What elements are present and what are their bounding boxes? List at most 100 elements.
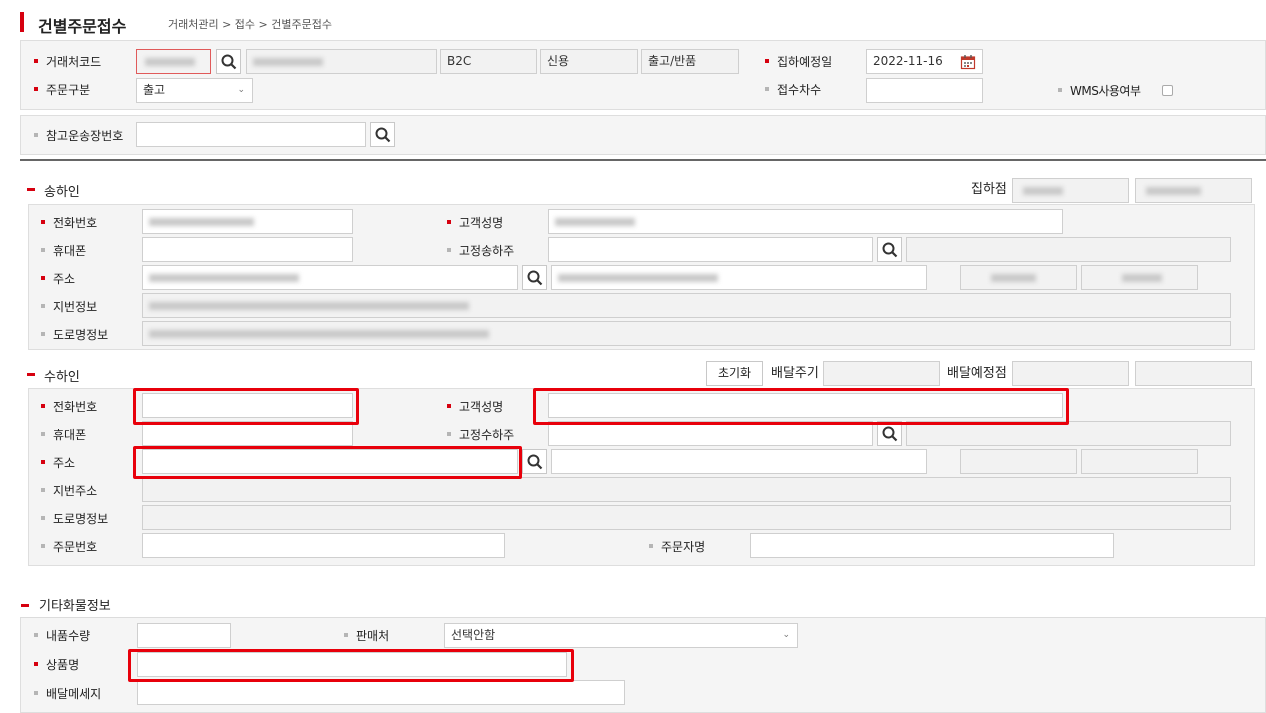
delivery-point-code (1012, 361, 1129, 386)
fixed-shipper-label: 고정송하주 (447, 243, 514, 259)
sender-jibun-label: 지번정보 (41, 299, 97, 315)
receiver-address-label: 주소 (41, 455, 75, 471)
qty-label: 내품수량 (34, 628, 90, 644)
etc-section-title: 기타화물정보 (39, 599, 111, 614)
sender-phone-label: 전화번호 (41, 215, 97, 231)
seller-value: 선택안함 (451, 628, 496, 642)
pickup-point-code (1012, 178, 1129, 203)
sender-address-input[interactable] (142, 265, 518, 290)
ref-invoice-input[interactable] (136, 122, 366, 147)
sender-address-detail-input[interactable] (551, 265, 927, 290)
qty-input[interactable] (137, 623, 231, 648)
page-title: 건별주문접수 (38, 17, 127, 36)
client-code-input[interactable] (136, 49, 211, 74)
client-name-field (246, 49, 437, 74)
chevron-down-icon: ⌄ (782, 630, 790, 640)
receiver-mobile-input[interactable] (142, 421, 353, 446)
wms-checkbox[interactable] (1162, 85, 1173, 96)
delivery-cycle-field (823, 361, 940, 386)
receiver-address-input[interactable] (142, 449, 518, 474)
direction-field: 출고/반품 (641, 49, 739, 74)
payment-field: 신용 (540, 49, 638, 74)
sender-jibun-field (142, 293, 1231, 318)
fixed-shipper-search-button[interactable] (877, 237, 902, 262)
breadcrumb: 거래처관리 > 접수 > 건별주문접수 (168, 18, 332, 31)
sender-mobile-input[interactable] (142, 237, 353, 262)
search-icon (527, 270, 543, 286)
sender-section-title: 송하인 (44, 185, 80, 200)
calendar-icon[interactable] (960, 54, 976, 70)
message-input[interactable] (137, 680, 625, 705)
sender-mobile-label: 휴대폰 (41, 243, 86, 259)
search-icon (882, 426, 898, 442)
sender-road-label: 도로명정보 (41, 327, 108, 343)
receiver-phone-input[interactable] (142, 393, 353, 418)
delivery-cycle-label: 배달주기 (771, 366, 819, 381)
product-label: 상품명 (34, 657, 79, 673)
sender-address-search-button[interactable] (522, 265, 547, 290)
search-icon (221, 54, 237, 70)
pickup-date-label: 집하예정일 (765, 54, 832, 70)
reset-button[interactable]: 초기화 (706, 361, 763, 386)
receiver-jibun-field (142, 477, 1231, 502)
fixed-shipper-input[interactable] (548, 237, 873, 262)
sender-zone-name (1081, 265, 1198, 290)
ref-invoice-search-button[interactable] (370, 122, 395, 147)
fixed-shipper-name (906, 237, 1231, 262)
receiver-address-search-button[interactable] (522, 449, 547, 474)
seller-label: 판매처 (344, 628, 389, 644)
sender-name-label: 고객성명 (447, 215, 503, 231)
client-search-button[interactable] (216, 49, 241, 74)
receiver-section-title: 수하인 (44, 370, 80, 385)
pickup-point-name (1135, 178, 1252, 203)
search-icon (375, 127, 391, 143)
receiver-mobile-label: 휴대폰 (41, 427, 86, 443)
receiver-zone-code (960, 449, 1077, 474)
receiver-zone-name (1081, 449, 1198, 474)
sender-address-label: 주소 (41, 271, 75, 287)
pickup-date-value: 2022-11-16 (873, 54, 943, 68)
fixed-receiver-input[interactable] (548, 421, 873, 446)
sender-road-field (142, 321, 1231, 346)
wms-label: WMS사용여부 (1058, 83, 1141, 99)
pickup-point-label: 집하점 (971, 182, 1007, 197)
receiver-name-input[interactable] (548, 393, 1063, 418)
order-no-label: 주문번호 (41, 539, 97, 555)
page-title-bar (20, 12, 24, 32)
receiver-address-detail-input[interactable] (551, 449, 927, 474)
order-no-input[interactable] (142, 533, 505, 558)
search-icon (882, 242, 898, 258)
sender-phone-input[interactable] (142, 209, 353, 234)
chevron-down-icon: ⌄ (237, 85, 245, 95)
sender-zone-code (960, 265, 1077, 290)
orderer-input[interactable] (750, 533, 1114, 558)
section-divider (20, 159, 1266, 161)
delivery-point-label: 배달예정점 (947, 366, 1007, 381)
receipt-no-label: 접수차수 (765, 82, 821, 98)
pickup-date-input[interactable]: 2022-11-16 (866, 49, 983, 74)
fixed-receiver-name (906, 421, 1231, 446)
sender-section-marker (27, 188, 35, 191)
receiver-road-label: 도로명정보 (41, 511, 108, 527)
fixed-receiver-search-button[interactable] (877, 421, 902, 446)
message-label: 배달메세지 (34, 686, 101, 702)
order-type-select[interactable]: 출고 ⌄ (136, 78, 253, 103)
client-type-field: B2C (440, 49, 537, 74)
receiver-section-marker (27, 373, 35, 376)
ref-invoice-label: 참고운송장번호 (34, 128, 123, 144)
receipt-no-input[interactable] (866, 78, 983, 103)
receiver-jibun-label: 지번주소 (41, 483, 97, 499)
delivery-point-name (1135, 361, 1252, 386)
etc-section-marker (21, 604, 29, 607)
client-code-label: 거래처코드 (34, 54, 101, 70)
product-input[interactable] (137, 652, 567, 677)
order-type-value: 출고 (143, 83, 166, 97)
order-type-label: 주문구분 (34, 82, 90, 98)
search-icon (527, 454, 543, 470)
sender-name-input[interactable] (548, 209, 1063, 234)
receiver-phone-label: 전화번호 (41, 399, 97, 415)
seller-select[interactable]: 선택안함 ⌄ (444, 623, 798, 648)
receiver-road-field (142, 505, 1231, 530)
receiver-name-label: 고객성명 (447, 399, 503, 415)
fixed-receiver-label: 고정수하주 (447, 427, 514, 443)
